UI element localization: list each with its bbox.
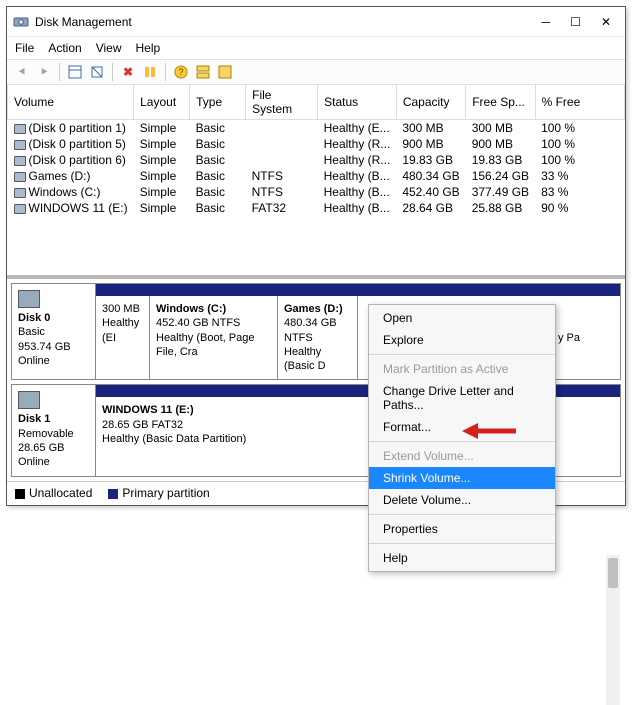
- disk-0-header[interactable]: Disk 0 Basic 953.74 GB Online: [12, 284, 96, 379]
- disk-type: Removable: [18, 427, 89, 441]
- col-status[interactable]: Status: [318, 85, 397, 120]
- ctx-shrink-volume[interactable]: Shrink Volume...: [369, 467, 555, 489]
- ctx-change-letter[interactable]: Change Drive Letter and Paths...: [369, 380, 555, 416]
- legend-primary: Primary partition: [122, 486, 209, 500]
- ctx-mark-active: Mark Partition as Active: [369, 358, 555, 380]
- app-icon: [13, 14, 29, 30]
- volume-icon: [14, 188, 26, 198]
- disk-1-header[interactable]: Disk 1 Removable 28.65 GB Online: [12, 385, 96, 475]
- disk-icon: [18, 290, 40, 308]
- volume-list[interactable]: Volume Layout Type File System Status Ca…: [7, 85, 625, 275]
- col-free[interactable]: Free Sp...: [466, 85, 535, 120]
- partition[interactable]: Windows (C:) 452.40 GB NTFS Healthy (Boo…: [150, 296, 278, 379]
- menubar: File Action View Help: [7, 37, 625, 59]
- disk-icon: [18, 391, 40, 409]
- layout2-icon[interactable]: [216, 63, 234, 81]
- volume-icon: [14, 204, 26, 214]
- legend-unallocated: Unallocated: [29, 486, 92, 500]
- menu-file[interactable]: File: [15, 41, 34, 55]
- ctx-format[interactable]: Format...: [369, 416, 555, 438]
- disk-state: Online: [18, 455, 89, 469]
- menu-view[interactable]: View: [96, 41, 122, 55]
- col-fs[interactable]: File System: [246, 85, 318, 120]
- col-type[interactable]: Type: [190, 85, 246, 120]
- window-title: Disk Management: [35, 15, 542, 29]
- refresh-icon[interactable]: [88, 63, 106, 81]
- disk-name: Disk 1: [18, 412, 89, 426]
- delete-icon[interactable]: ✖: [119, 63, 137, 81]
- table-row[interactable]: Windows (C:)SimpleBasicNTFSHealthy (B...…: [8, 184, 625, 200]
- help-icon[interactable]: ?: [172, 63, 190, 81]
- ctx-delete-volume[interactable]: Delete Volume...: [369, 489, 555, 511]
- volume-icon: [14, 172, 26, 182]
- disk-size: 28.65 GB: [18, 441, 89, 455]
- properties-icon[interactable]: [141, 63, 159, 81]
- disk-name: Disk 0: [18, 311, 89, 325]
- forward-icon: ⯈: [35, 63, 53, 81]
- ctx-help[interactable]: Help: [369, 547, 555, 569]
- views-icon[interactable]: [66, 63, 84, 81]
- col-volume[interactable]: Volume: [8, 85, 134, 120]
- context-menu: Open Explore Mark Partition as Active Ch…: [368, 304, 556, 572]
- ctx-open[interactable]: Open: [369, 307, 555, 329]
- volume-icon: [14, 140, 26, 150]
- table-row[interactable]: Games (D:)SimpleBasicNTFSHealthy (B...48…: [8, 168, 625, 184]
- menu-help[interactable]: Help: [136, 41, 161, 55]
- partition[interactable]: 300 MB Healthy (EI: [96, 296, 150, 379]
- volume-icon: [14, 156, 26, 166]
- close-button[interactable]: ✕: [601, 16, 611, 28]
- toolbar: ⯇ ⯈ ✖ ?: [7, 59, 625, 85]
- maximize-button[interactable]: ☐: [570, 16, 581, 28]
- col-layout[interactable]: Layout: [134, 85, 190, 120]
- minimize-button[interactable]: ─: [542, 16, 551, 28]
- col-pct[interactable]: % Free: [535, 85, 624, 120]
- table-row[interactable]: (Disk 0 partition 1)SimpleBasicHealthy (…: [8, 120, 625, 137]
- menu-action[interactable]: Action: [48, 41, 81, 55]
- table-row[interactable]: (Disk 0 partition 5)SimpleBasicHealthy (…: [8, 136, 625, 152]
- ctx-extend-volume: Extend Volume...: [369, 445, 555, 467]
- layout1-icon[interactable]: [194, 63, 212, 81]
- svg-text:?: ?: [178, 67, 183, 77]
- titlebar: Disk Management ─ ☐ ✕: [7, 7, 625, 37]
- ctx-explore[interactable]: Explore: [369, 329, 555, 351]
- col-capacity[interactable]: Capacity: [396, 85, 465, 120]
- disk-size: 953.74 GB: [18, 340, 89, 354]
- ctx-properties[interactable]: Properties: [369, 518, 555, 540]
- disk-type: Basic: [18, 325, 89, 339]
- volume-icon: [14, 124, 26, 134]
- table-row[interactable]: (Disk 0 partition 6)SimpleBasicHealthy (…: [8, 152, 625, 168]
- partition-selected[interactable]: Games (D:) 480.34 GB NTFS Healthy (Basic…: [278, 296, 358, 379]
- scrollbar[interactable]: [606, 555, 620, 705]
- table-row[interactable]: WINDOWS 11 (E:)SimpleBasicFAT32Healthy (…: [8, 200, 625, 216]
- back-icon: ⯇: [13, 63, 31, 81]
- disk-state: Online: [18, 354, 89, 368]
